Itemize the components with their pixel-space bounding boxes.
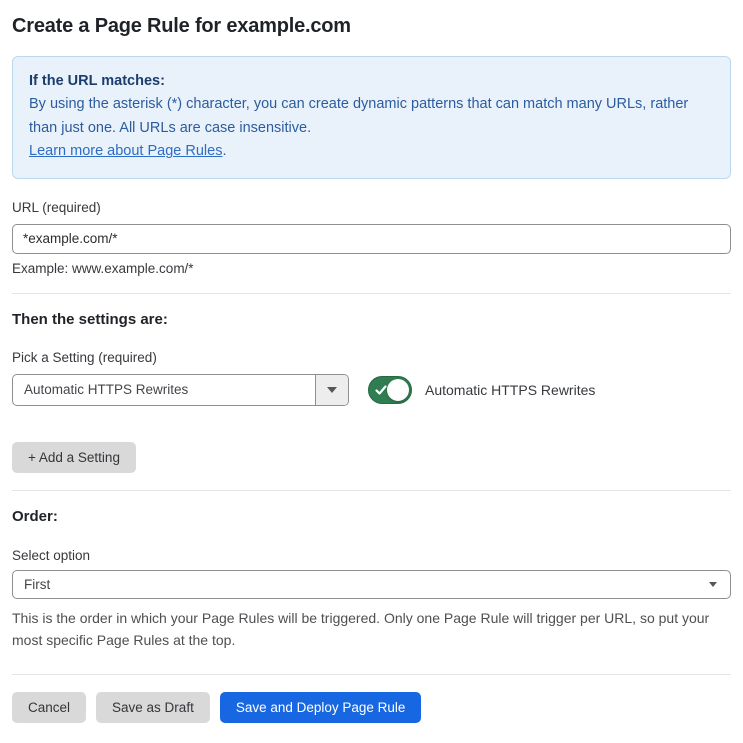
setting-select[interactable]: Automatic HTTPS Rewrites xyxy=(12,373,349,406)
divider xyxy=(12,292,731,294)
settings-heading: Then the settings are: xyxy=(12,310,168,328)
setting-row: Automatic HTTPS Rewrites Automatic HTTPS… xyxy=(12,373,731,406)
info-box-body: By using the asterisk (*) character, you… xyxy=(29,96,689,136)
save-deploy-button[interactable]: Save and Deploy Page Rule xyxy=(219,691,422,723)
link-period: . xyxy=(222,143,227,160)
order-section: Order: Select option First This is the o… xyxy=(12,508,731,652)
learn-more-link[interactable]: Learn more about Page Rules xyxy=(29,143,222,159)
order-heading: Order: xyxy=(12,507,58,525)
chevron-down-icon xyxy=(327,386,337,393)
check-icon xyxy=(375,385,387,395)
setting-select-arrow-button[interactable] xyxy=(315,374,348,405)
url-section: URL (required) Example: www.example.com/… xyxy=(12,200,731,276)
chevron-down-icon xyxy=(709,581,717,587)
url-match-info-box: If the URL matches: By using the asteris… xyxy=(12,56,731,179)
divider xyxy=(12,489,731,491)
save-draft-button[interactable]: Save as Draft xyxy=(96,691,210,723)
url-example-helper: Example: www.example.com/* xyxy=(12,260,194,276)
settings-section: Then the settings are: Pick a Setting (r… xyxy=(12,311,731,473)
page-title: Create a Page Rule for example.com xyxy=(12,15,351,37)
order-select[interactable]: First xyxy=(12,569,731,599)
order-select-value: First xyxy=(24,576,51,592)
cancel-button[interactable]: Cancel xyxy=(12,691,87,723)
footer-actions: Cancel Save as Draft Save and Deploy Pag… xyxy=(12,691,731,723)
setting-select-value: Automatic HTTPS Rewrites xyxy=(24,382,189,398)
url-input[interactable] xyxy=(12,223,731,254)
toggle-knob xyxy=(387,378,409,401)
url-field-label: URL (required) xyxy=(12,199,101,215)
order-helper-text: This is the order in which your Page Rul… xyxy=(12,609,710,649)
order-select-label: Select option xyxy=(12,547,91,563)
divider xyxy=(12,673,731,675)
info-box-heading: If the URL matches: xyxy=(29,73,165,89)
toggle-label: Automatic HTTPS Rewrites xyxy=(425,381,596,398)
setting-toggle[interactable] xyxy=(368,375,412,404)
add-setting-button[interactable]: + Add a Setting xyxy=(12,441,136,473)
setting-picker-label: Pick a Setting (required) xyxy=(12,349,157,365)
info-box-link-line: Learn more about Page Rules. xyxy=(29,140,714,163)
